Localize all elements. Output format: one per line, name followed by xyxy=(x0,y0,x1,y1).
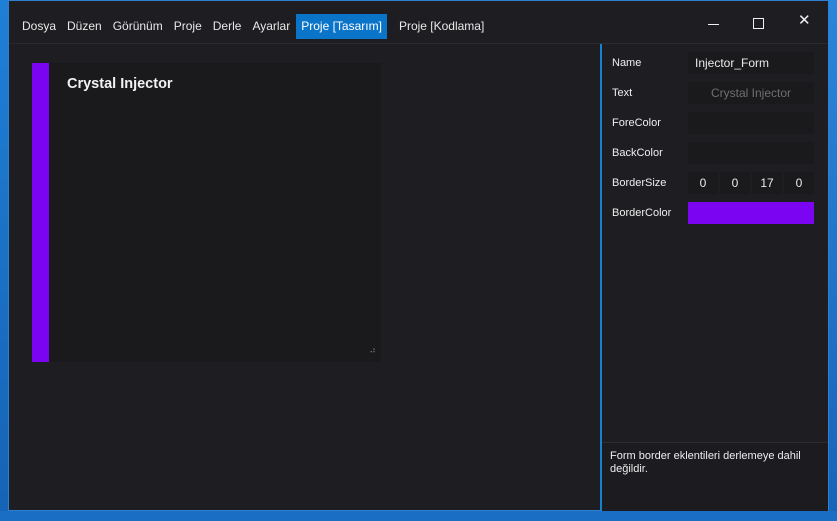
menu-ayarlar[interactable]: Ayarlar xyxy=(247,14,295,39)
backcolor-field[interactable] xyxy=(688,142,814,164)
property-name: Name Injector_Form xyxy=(602,52,828,74)
minimize-icon xyxy=(708,24,719,25)
menu-duzen[interactable]: Düzen xyxy=(62,14,107,39)
bordersize-field-3[interactable]: 17 xyxy=(752,172,782,194)
property-name-label: Name xyxy=(612,57,642,69)
minimize-button[interactable] xyxy=(690,1,736,43)
desktop-background-bottom xyxy=(0,511,837,521)
bordercolor-swatch[interactable] xyxy=(688,202,814,224)
design-canvas: Crystal Injector ⠴ xyxy=(9,44,600,510)
tab-proje-tasarim[interactable]: Proje [Tasarım] xyxy=(296,14,387,39)
property-forecolor-label: ForeColor xyxy=(612,117,661,129)
property-forecolor: ForeColor xyxy=(602,112,828,134)
maximize-icon xyxy=(753,18,764,29)
property-text: Text Crystal Injector xyxy=(602,82,828,104)
desktop-background-left xyxy=(0,0,8,521)
property-bordercolor-label: BorderColor xyxy=(612,207,672,219)
close-button[interactable]: ✕ xyxy=(782,1,828,43)
menu-derle[interactable]: Derle xyxy=(208,14,247,39)
bordersize-field-4[interactable]: 0 xyxy=(784,172,814,194)
property-backcolor-label: BackColor xyxy=(612,147,663,159)
info-box: Form border eklentileri derlemeye dahil … xyxy=(602,442,828,511)
resize-grip-icon[interactable]: ⠴ xyxy=(366,347,376,357)
property-bordercolor: BorderColor xyxy=(602,202,828,224)
close-icon: ✕ xyxy=(798,11,811,29)
property-backcolor: BackColor xyxy=(602,142,828,164)
menu-dosya[interactable]: Dosya xyxy=(17,14,61,39)
menu-gorunum[interactable]: Görünüm xyxy=(108,14,168,39)
menu-proje[interactable]: Proje xyxy=(169,14,207,39)
property-bordersize: BorderSize 0 0 17 0 xyxy=(602,172,828,194)
info-text: Form border eklentileri derlemeye dahil … xyxy=(610,450,801,475)
title-bar: Dosya Düzen Görünüm Proje Derle Ayarlar … xyxy=(9,1,828,44)
maximize-button[interactable] xyxy=(736,1,782,43)
name-field[interactable]: Injector_Form xyxy=(688,52,814,74)
desktop-background-right xyxy=(829,0,837,521)
tab-proje-kodlama[interactable]: Proje [Kodlama] xyxy=(394,14,489,39)
designer-window: Dosya Düzen Görünüm Proje Derle Ayarlar … xyxy=(8,0,829,511)
property-text-label: Text xyxy=(612,87,633,99)
menu-bar: Dosya Düzen Görünüm Proje Derle Ayarlar … xyxy=(17,14,490,39)
bordersize-fields: 0 0 17 0 xyxy=(688,172,816,194)
text-field[interactable]: Crystal Injector xyxy=(688,82,814,104)
bordersize-field-2[interactable]: 0 xyxy=(720,172,750,194)
forecolor-field[interactable] xyxy=(688,112,814,134)
window-controls: ✕ xyxy=(690,1,828,43)
form-preview[interactable]: Crystal Injector ⠴ xyxy=(32,63,381,362)
properties-panel: Name Injector_Form Text Crystal Injector… xyxy=(600,44,828,511)
form-title: Crystal Injector xyxy=(67,76,173,92)
form-border-left xyxy=(32,63,49,362)
bordersize-field-1[interactable]: 0 xyxy=(688,172,718,194)
property-bordersize-label: BorderSize xyxy=(612,177,667,189)
